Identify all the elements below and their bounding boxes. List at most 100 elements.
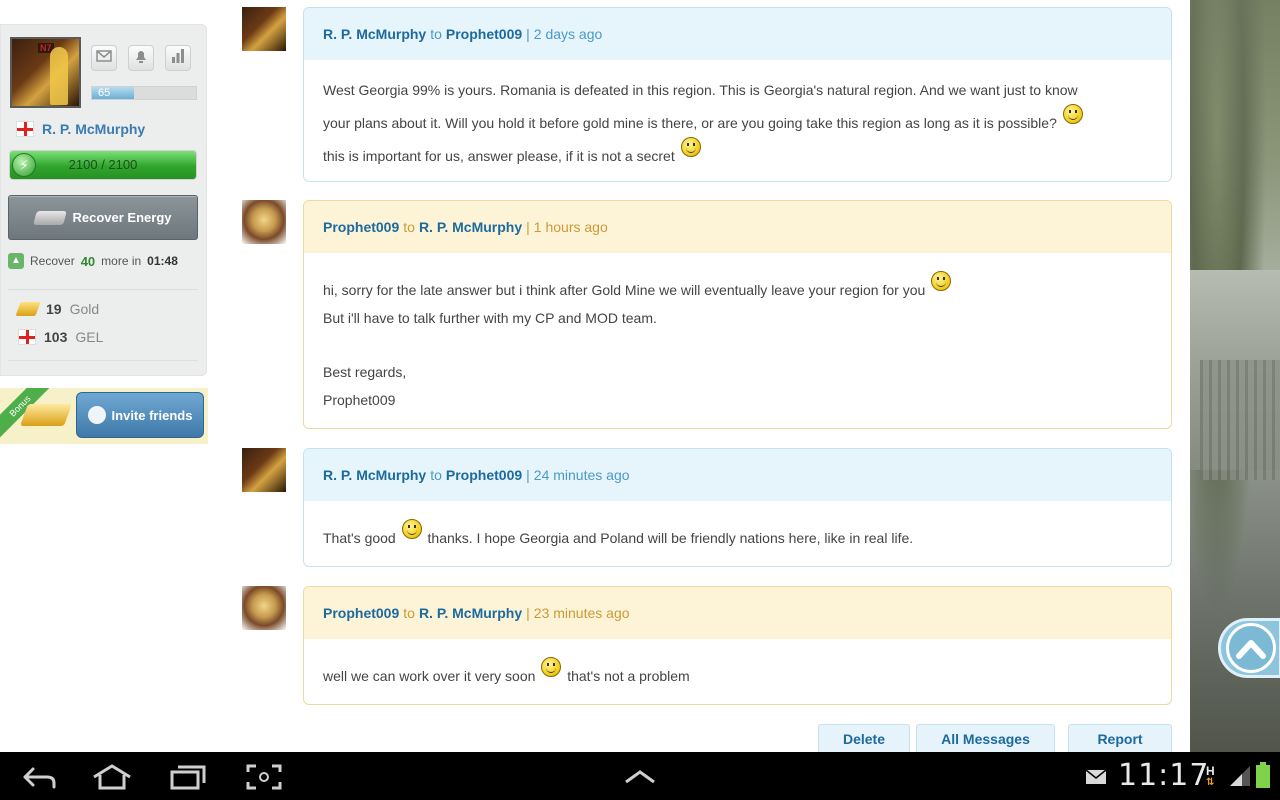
- sender-link[interactable]: R. P. McMurphy: [323, 26, 426, 42]
- georgia-flag-icon: [16, 121, 34, 137]
- experience-bar: 65: [91, 86, 197, 100]
- message-body: hi, sorry for the late answer but i thin…: [304, 253, 1171, 424]
- divider: [8, 360, 198, 361]
- message-item: R. P. McMurphy to Prophet009 | 24 minute…: [242, 448, 1172, 567]
- gold-bars-icon: [19, 404, 73, 426]
- username-link[interactable]: R. P. McMurphy: [42, 121, 145, 137]
- message-body: well we can work over it very soon that'…: [304, 639, 1171, 700]
- to-label: to: [430, 26, 442, 42]
- to-label: to: [430, 467, 442, 483]
- recent-apps-icon[interactable]: [168, 764, 208, 790]
- currency-unit: GEL: [75, 329, 104, 345]
- level-number: 65: [98, 87, 111, 99]
- message-header: Prophet009 to R. P. McMurphy | 1 hours a…: [304, 201, 1171, 253]
- recover-mid: more in: [101, 254, 142, 268]
- user-identity: R. P. McMurphy: [16, 121, 145, 137]
- message-header: Prophet009 to R. P. McMurphy | 23 minute…: [304, 587, 1171, 639]
- report-button[interactable]: Report: [1068, 724, 1172, 752]
- sender-avatar[interactable]: [242, 7, 286, 51]
- message-text: thanks. I hope Georgia and Poland will b…: [427, 530, 914, 546]
- message-line: your plans about it. Will you hold it be…: [323, 115, 1057, 131]
- recipient-link[interactable]: R. P. McMurphy: [419, 605, 522, 621]
- sender-avatar[interactable]: [242, 448, 286, 492]
- recover-energy-label: Recover Energy: [72, 210, 172, 225]
- message-body: That's good thanks. I hope Georgia and P…: [304, 501, 1171, 562]
- network-label: H: [1206, 764, 1215, 778]
- invite-banner: Bonus Invite friends: [0, 388, 208, 444]
- recover-info: ▲ Recover 40 more in 01:48: [8, 253, 178, 269]
- invite-friends-button[interactable]: Invite friends: [76, 392, 204, 438]
- currency-amount: 103: [44, 329, 68, 345]
- gold-unit: Gold: [69, 301, 100, 317]
- energy-bar: ⚡ 2100 / 2100: [9, 150, 197, 180]
- message-line: this is important for us, answer please,…: [323, 148, 675, 164]
- recover-amount: 40: [80, 253, 96, 269]
- alerts-button[interactable]: [128, 45, 154, 71]
- person-icon: [87, 406, 106, 424]
- invite-friends-label: Invite friends: [111, 407, 193, 423]
- message-time: 23 minutes ago: [533, 605, 630, 621]
- back-icon[interactable]: [19, 764, 59, 790]
- home-icon[interactable]: [92, 764, 132, 790]
- message-text: well we can work over it very soon: [323, 668, 536, 684]
- message-header: R. P. McMurphy to Prophet009 | 2 days ag…: [304, 8, 1171, 60]
- all-messages-button[interactable]: All Messages: [916, 724, 1055, 752]
- message-item: R. P. McMurphy to Prophet009 | 2 days ag…: [242, 7, 1172, 182]
- smiley-icon: [680, 137, 701, 157]
- message-line: hi, sorry for the late answer but i thin…: [323, 282, 926, 298]
- message-line: West Georgia 99% is yours. Romania is de…: [323, 82, 1078, 98]
- signal-icon: [1230, 766, 1250, 791]
- message-line: [323, 332, 1152, 358]
- to-label: to: [403, 219, 415, 235]
- gold-icon: [15, 302, 41, 316]
- background-texture: [1200, 360, 1280, 480]
- bell-icon: [134, 49, 148, 68]
- smiley-icon: [401, 519, 422, 539]
- georgia-flag-icon: [18, 329, 36, 345]
- message-time: 2 days ago: [533, 26, 603, 42]
- message-header: R. P. McMurphy to Prophet009 | 24 minute…: [304, 449, 1171, 501]
- clock: 11:17: [1118, 758, 1210, 793]
- smiley-icon: [931, 271, 952, 291]
- recipient-link[interactable]: Prophet009: [446, 26, 522, 42]
- message-item: Prophet009 to R. P. McMurphy | 23 minute…: [242, 586, 1172, 705]
- network-type: H ⇅: [1206, 764, 1215, 788]
- sender-link[interactable]: Prophet009: [323, 219, 399, 235]
- chevron-up-icon[interactable]: [620, 764, 660, 790]
- screenshot-icon[interactable]: [244, 764, 284, 790]
- sender-avatar[interactable]: [242, 586, 286, 630]
- sender-avatar[interactable]: [242, 200, 286, 244]
- stats-button[interactable]: [165, 45, 191, 71]
- recover-time: 01:48: [147, 254, 178, 268]
- message-bubble: Prophet009 to R. P. McMurphy | 1 hours a…: [303, 200, 1172, 429]
- recipient-link[interactable]: R. P. McMurphy: [419, 219, 522, 235]
- currency-balance: 103 GEL: [18, 329, 103, 345]
- message-bubble: R. P. McMurphy to Prophet009 | 24 minute…: [303, 448, 1172, 567]
- battery-icon: [1256, 762, 1270, 793]
- message-bubble: Prophet009 to R. P. McMurphy | 23 minute…: [303, 586, 1172, 705]
- arrow-up-icon: ▲: [8, 253, 24, 269]
- sender-link[interactable]: R. P. McMurphy: [323, 467, 426, 483]
- messages-button[interactable]: [91, 45, 117, 71]
- message-text: that's not a problem: [567, 668, 690, 684]
- sender-link[interactable]: Prophet009: [323, 605, 399, 621]
- avatar[interactable]: N7: [10, 37, 81, 108]
- scroll-to-top-button[interactable]: [1218, 618, 1280, 678]
- message-line: Prophet009: [323, 392, 396, 408]
- message-line: Best regards,: [323, 364, 407, 380]
- envelope-icon: [96, 49, 112, 67]
- message-body: West Georgia 99% is yours. Romania is de…: [304, 60, 1171, 180]
- recover-energy-button[interactable]: Recover Energy: [8, 195, 198, 240]
- message-text: That's good: [323, 530, 396, 546]
- gold-amount: 19: [46, 301, 62, 317]
- gold-balance: 19 Gold: [15, 301, 100, 317]
- message-bubble: R. P. McMurphy to Prophet009 | 2 days ag…: [303, 7, 1172, 182]
- silver-bar-icon: [32, 210, 67, 225]
- wink-smiley-icon: [541, 657, 562, 677]
- recipient-link[interactable]: Prophet009: [446, 467, 522, 483]
- message-time: 1 hours ago: [533, 219, 608, 235]
- divider: [8, 289, 198, 290]
- message-time: 24 minutes ago: [533, 467, 630, 483]
- system-navigation-bar: 11:17 H ⇅: [0, 752, 1280, 800]
- delete-button[interactable]: Delete: [818, 724, 910, 752]
